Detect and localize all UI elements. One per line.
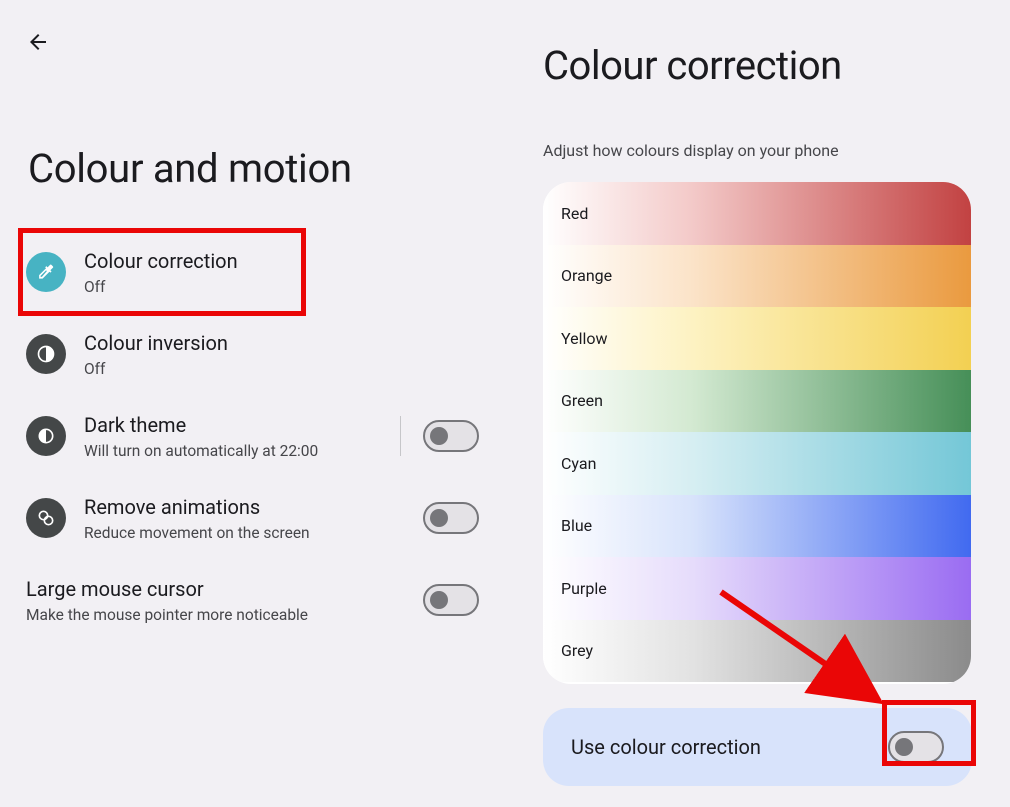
dark-theme-toggle[interactable] [423, 420, 479, 452]
palette-band-orange: Orange [543, 245, 971, 308]
palette-band-cyan: Cyan [543, 432, 971, 495]
dark-theme-icon [26, 416, 66, 456]
remove-animations-toggle[interactable] [423, 502, 479, 534]
large-cursor-toggle[interactable] [423, 584, 479, 616]
invert-colors-icon [26, 334, 66, 374]
setting-title: Dark theme [84, 412, 390, 439]
arrow-left-icon [26, 30, 50, 54]
divider [400, 416, 401, 456]
palette-band-red: Red [543, 182, 971, 245]
page-subtitle: Adjust how colours display on your phone [505, 101, 1010, 182]
page-title: Colour and motion [0, 0, 505, 232]
setting-subtitle: Will turn on automatically at 22:00 [84, 442, 390, 460]
palette-band-blue: Blue [543, 495, 971, 558]
setting-subtitle: Off [84, 360, 479, 378]
palette-band-grey: Grey [543, 620, 971, 683]
palette-band-yellow: Yellow [543, 307, 971, 370]
setting-colour-inversion[interactable]: Colour inversion Off [12, 314, 493, 396]
setting-remove-animations[interactable]: Remove animations Reduce movement on the… [12, 478, 493, 560]
use-colour-correction-label: Use colour correction [571, 735, 761, 759]
setting-subtitle: Reduce movement on the screen [84, 524, 423, 542]
setting-title: Colour inversion [84, 330, 479, 357]
setting-dark-theme[interactable]: Dark theme Will turn on automatically at… [12, 396, 493, 478]
use-colour-correction-row[interactable]: Use colour correction [543, 708, 972, 786]
panel-colour-and-motion: Colour and motion Colour correction Off … [0, 0, 505, 807]
setting-subtitle: Off [84, 278, 479, 296]
back-button[interactable] [24, 28, 52, 56]
setting-large-mouse-cursor[interactable]: Large mouse cursor Make the mouse pointe… [12, 560, 493, 642]
setting-subtitle: Make the mouse pointer more noticeable [26, 606, 423, 624]
page-title: Colour correction [505, 0, 1010, 101]
settings-list: Colour correction Off Colour inversion O… [0, 232, 505, 642]
setting-title: Large mouse cursor [26, 576, 423, 603]
eyedropper-icon [26, 252, 66, 292]
use-colour-correction-toggle[interactable] [888, 731, 944, 763]
setting-title: Remove animations [84, 494, 423, 521]
panel-colour-correction: Colour correction Adjust how colours dis… [505, 0, 1010, 807]
colour-preview-palette: Red Orange Yellow Green Cyan Blue Purple… [543, 182, 971, 684]
palette-band-green: Green [543, 370, 971, 433]
palette-band-purple: Purple [543, 557, 971, 620]
animations-icon [26, 498, 66, 538]
setting-colour-correction[interactable]: Colour correction Off [12, 232, 493, 314]
setting-title: Colour correction [84, 248, 479, 275]
